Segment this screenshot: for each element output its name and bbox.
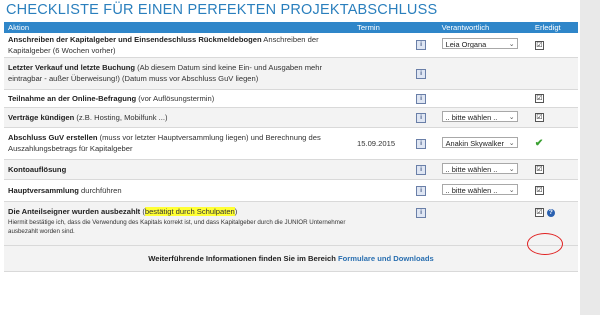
erledigt-checkbox[interactable]: ☑ [534, 113, 544, 122]
annotation-circle [527, 233, 563, 255]
table-row: Teilnahme an der Online-Befragung (vor A… [4, 89, 578, 108]
row-action-text: (vor Auflösungstermin) [136, 93, 215, 103]
select-value: Leia Organa [445, 40, 487, 50]
row-action-title: Hauptversammlung [8, 185, 79, 195]
info-icon[interactable]: i [416, 138, 427, 149]
info-icon[interactable]: i [416, 207, 427, 218]
table-row: Anschreiben der Kapitalgeber und Einsend… [4, 33, 578, 58]
erledigt-checkbox[interactable]: ☑ [534, 165, 544, 174]
table-row: Letzter Verkauf und letzte Buchung (Ab d… [4, 57, 578, 90]
row-termin [353, 57, 413, 90]
row-action-title: Verträge kündigen [8, 112, 75, 122]
table-row: Abschluss GuV erstellen (muss vor letzte… [4, 127, 578, 160]
table-row: Verträge kündigen (z.B. Hosting, Mobilfu… [4, 107, 578, 128]
footer-info: Weiterführende Informationen finden Sie … [4, 245, 578, 272]
confirmation-note: Hiermit bestätige ich, dass die Verwendu… [8, 218, 346, 235]
header-erledigt: Erledigt [530, 22, 578, 33]
row-action-title: Die Anteilseigner wurden ausbezahlt [8, 206, 141, 216]
row-action: Letzter Verkauf und letzte Buchung (Ab d… [4, 57, 354, 90]
info-icon[interactable]: i [416, 40, 427, 51]
row-action-title: Abschluss GuV erstellen [8, 133, 98, 142]
header-termin: Termin [353, 22, 413, 33]
table-row: Kontoauflösung i .. bitte wählen .. ⌄ ☑ [4, 159, 578, 180]
green-check-icon: ✔ [534, 137, 544, 149]
highlighted-text: bestätigt durch Schulpaten [144, 206, 235, 216]
checklist-table: Aktion Termin Verantwortlich Erledigt An… [4, 22, 578, 272]
verantwortlich-select[interactable]: Leia Organa ⌄ [441, 38, 518, 50]
erledigt-checkbox[interactable]: ☑ [534, 94, 544, 103]
verantwortlich-select[interactable]: .. bitte wählen .. ⌄ [441, 110, 518, 122]
row-termin [353, 33, 413, 58]
scrollbar-strip[interactable] [580, 0, 600, 315]
table-row: Die Anteilseigner wurden ausbezahlt (bes… [4, 201, 578, 246]
verantwortlich-select[interactable]: .. bitte wählen .. ⌄ [441, 183, 518, 195]
verantwortlich-select[interactable]: Anakin Skywalker ⌄ [441, 136, 518, 148]
info-icon[interactable]: i [416, 164, 427, 175]
select-value: .. bitte wählen .. [445, 112, 498, 122]
header-aktion: Aktion [4, 22, 354, 33]
paren-close: ) [234, 206, 238, 216]
row-action: Die Anteilseigner wurden ausbezahlt (bes… [4, 201, 354, 246]
row-termin: 15.09.2015 [353, 127, 413, 160]
info-icon[interactable]: i [416, 112, 427, 123]
info-icon[interactable]: i [416, 68, 427, 79]
table-row: Hauptversammlung durchführen i .. bitte … [4, 179, 578, 202]
row-action-text: durchführen [78, 185, 122, 195]
verantwortlich-select[interactable]: .. bitte wählen .. ⌄ [441, 162, 518, 174]
footer-row: Weiterführende Informationen finden Sie … [4, 245, 578, 272]
chevron-down-icon: ⌄ [508, 139, 515, 147]
erledigt-checkbox[interactable]: ☑ [534, 207, 544, 217]
row-action: Abschluss GuV erstellen (muss vor letzte… [4, 127, 354, 160]
chevron-down-icon: ⌄ [508, 113, 515, 121]
row-action: Hauptversammlung durchführen [4, 179, 354, 202]
row-termin [353, 89, 413, 108]
help-icon[interactable]: ? [546, 208, 555, 217]
chevron-down-icon: ⌄ [508, 165, 515, 173]
info-icon[interactable]: i [416, 93, 427, 104]
row-action-title: Kontoauflösung [8, 164, 67, 174]
downloads-link[interactable]: Formulare und Downloads [338, 254, 434, 263]
select-value: .. bitte wählen .. [445, 185, 498, 195]
row-action: Anschreiben der Kapitalgeber und Einsend… [4, 33, 354, 58]
header-verantwortlich: Verantwortlich [437, 22, 531, 33]
page-title: CHECKLISTE FÜR EINEN PERFEKTEN PROJEKTAB… [6, 2, 438, 18]
chevron-down-icon: ⌄ [508, 186, 515, 194]
info-icon[interactable]: i [416, 185, 427, 196]
row-termin [353, 159, 413, 180]
header-info [412, 22, 438, 33]
table-header-row: Aktion Termin Verantwortlich Erledigt [4, 22, 578, 33]
row-action: Teilnahme an der Online-Befragung (vor A… [4, 89, 354, 108]
select-value: Anakin Skywalker [445, 138, 504, 148]
row-termin [353, 179, 413, 202]
chevron-down-icon: ⌄ [508, 41, 515, 49]
row-termin [353, 107, 413, 128]
row-action-title: Letzter Verkauf und letzte Buchung [8, 63, 135, 72]
select-value: .. bitte wählen .. [445, 164, 498, 174]
erledigt-checkbox[interactable]: ☑ [534, 40, 544, 50]
row-action: Verträge kündigen (z.B. Hosting, Mobilfu… [4, 107, 354, 128]
erledigt-checkbox[interactable]: ☑ [534, 186, 544, 195]
row-action-title: Teilnahme an der Online-Befragung [8, 93, 137, 103]
row-action: Kontoauflösung [4, 159, 354, 180]
footer-text: Weiterführende Informationen finden Sie … [148, 253, 338, 263]
row-action-title: Anschreiben der Kapitalgeber und Einsend… [8, 34, 262, 44]
row-action-text: (z.B. Hosting, Mobilfunk ...) [74, 112, 168, 122]
